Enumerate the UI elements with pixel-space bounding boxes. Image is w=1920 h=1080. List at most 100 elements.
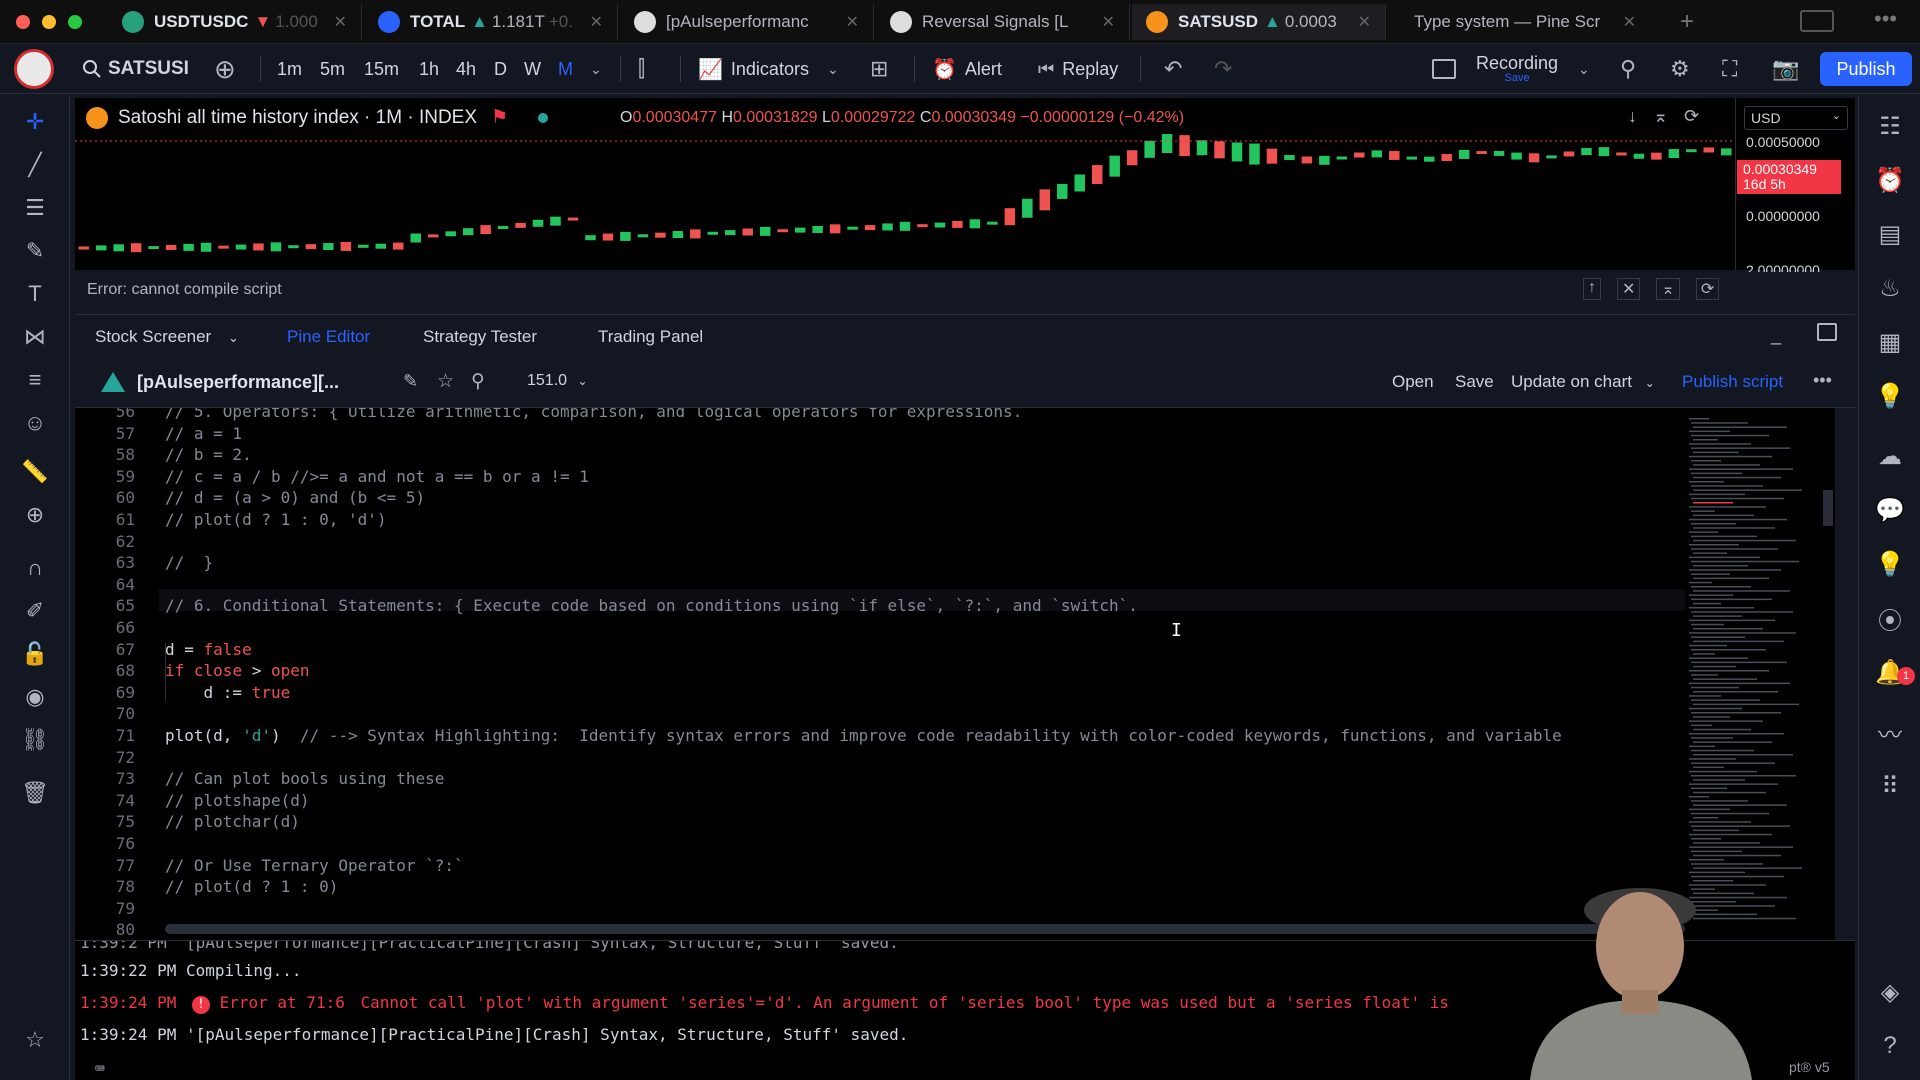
ruler-icon[interactable]: 📏 [20, 457, 50, 487]
broadcast-icon[interactable]: ⦿ [1873, 601, 1907, 635]
script-name[interactable]: [pAulseperformance][... [137, 372, 339, 393]
chevron-down-icon[interactable]: ⌄ [1578, 44, 1590, 94]
close-icon[interactable]: ✕ [838, 12, 859, 32]
dots-grid-icon[interactable]: ⠿ [1873, 769, 1907, 803]
interval-5m[interactable]: 5m [320, 44, 345, 94]
tab-pine-editor[interactable]: Pine Editor [287, 327, 370, 347]
close-icon[interactable]: ✕ [326, 12, 347, 32]
flag-icon[interactable]: ⚑ [491, 106, 508, 129]
restore-icon[interactable]: ⟳ [1684, 106, 1699, 127]
watchlist-icon[interactable]: ☷ [1873, 109, 1907, 143]
pattern-icon[interactable]: ⋈ [20, 322, 50, 352]
calendar-icon[interactable]: ▦ [1873, 325, 1907, 359]
vertical-scrollbar[interactable] [1823, 490, 1833, 526]
eye-icon[interactable]: ◉ [20, 682, 50, 712]
trash-icon[interactable]: 🗑 [20, 778, 50, 808]
lock-drawing-icon[interactable]: ✐ [20, 596, 50, 626]
zoom-in-icon[interactable]: ⊕ [20, 500, 50, 530]
tab-total[interactable]: TOTAL ▲ 1.181T +0. ✕ [364, 4, 618, 40]
emoji-icon[interactable]: ☺ [20, 408, 50, 438]
arrow-down-icon[interactable]: ↓ [1628, 106, 1637, 127]
interval-d[interactable]: D [494, 44, 507, 94]
star-icon[interactable]: ☆ [437, 370, 454, 393]
redo-icon[interactable]: ↷ [1214, 44, 1232, 94]
tab-satsusd[interactable]: SATSUSD ▲ 0.0003 ✕ [1132, 4, 1386, 40]
publish-script-button[interactable]: Publish script [1682, 372, 1783, 392]
camera-icon[interactable]: 📷 [1772, 44, 1799, 94]
close-icon[interactable]: ✕ [1094, 12, 1115, 32]
interval-4h[interactable]: 4h [456, 44, 476, 94]
chat-icon[interactable]: 💬 [1873, 493, 1907, 527]
indicators-button[interactable]: 📈 Indicators ⌄ [698, 44, 839, 94]
interval-w[interactable]: W [524, 44, 541, 94]
fib-icon[interactable]: ☰ [20, 193, 50, 223]
lock-icon[interactable]: 🔓 [20, 639, 50, 669]
tab-reversal-signals[interactable]: Reversal Signals [L ✕ [876, 4, 1130, 40]
logo[interactable] [14, 44, 54, 94]
gear-icon[interactable]: ⚙ [1670, 44, 1690, 94]
templates-icon[interactable]: ⊞ [870, 44, 888, 94]
fullscreen-icon[interactable]: ⛶ [1722, 44, 1737, 94]
tab-trading-panel[interactable]: Trading Panel [598, 327, 703, 347]
maximize-window-button[interactable] [68, 15, 82, 29]
price-axis[interactable]: USD ⌄ 0.00050000 0.00030349 16d 5h 0.000… [1735, 98, 1855, 278]
star-icon[interactable]: ☆ [20, 1025, 50, 1055]
tab-stock-screener[interactable]: Stock Screener ⌄ [95, 327, 239, 347]
crosshair-icon[interactable]: ✛ [20, 107, 50, 137]
close-window-button[interactable] [16, 15, 30, 29]
arrow-up-icon[interactable]: ↑ [1583, 278, 1601, 300]
layers-icon[interactable]: ◈ [1873, 975, 1907, 1009]
brush-icon[interactable]: ✎ [20, 236, 50, 266]
currency-select[interactable]: USD ⌄ [1744, 106, 1848, 130]
symbol-search[interactable]: SATSUSI [82, 44, 189, 94]
horizontal-scrollbar[interactable] [165, 924, 1685, 934]
tab-usdtusdc[interactable]: USDTUSDC ▼ 1.000 ✕ [108, 4, 362, 40]
interval-m[interactable]: M [558, 44, 573, 94]
text-icon[interactable]: T [20, 279, 50, 309]
publish-button[interactable]: Publish [1820, 52, 1912, 86]
close-icon[interactable]: ✕ [1350, 12, 1371, 32]
pencil-icon[interactable]: ✎ [403, 371, 418, 392]
compare-symbol-icon[interactable]: ⊕ [214, 44, 236, 94]
tab-paulseperformance[interactable]: [pAulseperformanc ✕ [620, 4, 874, 40]
tab-type-system[interactable]: Type system — Pine Scr ✕ [1400, 4, 1650, 40]
object-tree-icon[interactable]: ▤ [1873, 217, 1907, 251]
search-icon[interactable]: ⚲ [471, 370, 485, 393]
replay-button[interactable]: ⏮ Replay [1038, 44, 1118, 94]
open-button[interactable]: Open [1392, 372, 1434, 392]
chevron-down-icon[interactable]: ⌄ [590, 44, 602, 94]
more-icon[interactable]: ••• [1813, 370, 1832, 391]
code-editor[interactable]: 56 // 5. Operators: { Utilize arithmetic,… [75, 408, 1685, 940]
help-icon[interactable]: ? [1873, 1029, 1907, 1063]
sidebar-toggle-icon[interactable] [1800, 10, 1834, 32]
version-select[interactable]: 151.0 ⌄ [527, 372, 588, 390]
restore-icon[interactable]: ⟳ [1695, 278, 1720, 300]
hotlist-icon[interactable]: ♨ [1873, 271, 1907, 305]
minimize-window-button[interactable] [42, 15, 56, 29]
close-icon[interactable]: ✕ [1617, 278, 1641, 300]
ideas-icon[interactable]: 💡 [1873, 379, 1907, 413]
trend-line-icon[interactable]: ╱ [20, 150, 50, 180]
maximize-panel-icon[interactable] [1817, 323, 1837, 341]
streams-icon[interactable]: ☁ [1873, 439, 1907, 473]
close-icon[interactable]: ✕ [582, 12, 603, 32]
candles-icon[interactable]: ⫿ [638, 44, 645, 94]
link-icon[interactable]: ⛓ [20, 725, 50, 755]
pulse-icon[interactable]: 〰 [1873, 715, 1907, 749]
new-tab-icon[interactable]: + [1680, 8, 1694, 36]
interval-15m[interactable]: 15m [364, 44, 399, 94]
layout-toggle[interactable] [1432, 44, 1456, 94]
quick-search-icon[interactable]: ⚲ [1620, 44, 1636, 94]
minimize-panel-icon[interactable]: _ [1771, 325, 1781, 346]
alert-button[interactable]: ⏰ Alert [932, 44, 1002, 94]
save-button[interactable]: Save [1455, 372, 1494, 392]
bulb-icon[interactable]: 💡 [1873, 547, 1907, 581]
magnet-icon[interactable]: ∩ [20, 553, 50, 583]
collapse-icon[interactable]: ⌅ [1656, 278, 1680, 300]
tab-strategy-tester[interactable]: Strategy Tester [423, 327, 537, 347]
terminal-icon[interactable]: ⌨ [95, 1059, 105, 1078]
more-icon[interactable]: ••• [1874, 6, 1897, 32]
interval-1h[interactable]: 1h [419, 44, 439, 94]
collapse-icon[interactable]: ⌅ [1653, 106, 1668, 127]
recording-button[interactable]: Recording Save [1476, 44, 1558, 94]
